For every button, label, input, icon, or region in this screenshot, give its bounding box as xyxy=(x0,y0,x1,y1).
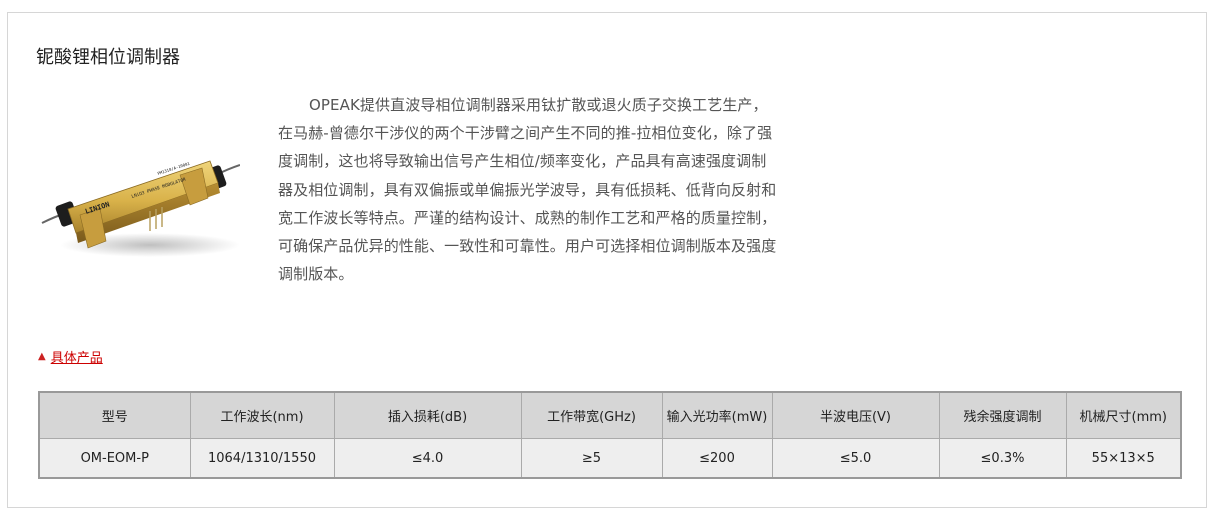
header-input-power: 输入光功率(mW) xyxy=(661,391,773,439)
header-wavelength: 工作波长(nm) xyxy=(189,391,335,439)
specific-products-link[interactable]: 具体产品 xyxy=(51,347,103,366)
product-description: OPEAK提供直波导相位调制器采用钛扩散或退火质子交换工艺生产，在马赫-曾德尔干… xyxy=(278,96,777,284)
cell-wavelength: 1064/1310/1550 xyxy=(189,438,335,479)
section-title: 铌酸锂相位调制器 xyxy=(36,47,180,68)
product-panel: 铌酸锂相位调制器 LINION PM1310/A-10001 LNiO3 PHA… xyxy=(7,12,1207,508)
product-link-row: ▲ 具体产品 xyxy=(38,347,103,366)
header-residual-am: 残余强度调制 xyxy=(938,391,1067,439)
product-image: LINION PM1310/A-10001 LNiO3 PHASE MODULA… xyxy=(41,160,240,257)
triangle-up-icon: ▲ xyxy=(38,351,46,362)
cell-residual-am: ≤0.3% xyxy=(938,438,1067,479)
cell-model: OM-EOM-P xyxy=(38,438,191,479)
table-row: OM-EOM-P 1064/1310/1550 ≤4.0 ≥5 ≤200 ≤5.… xyxy=(38,438,1182,479)
cell-input-power: ≤200 xyxy=(661,438,773,479)
header-model: 型号 xyxy=(38,391,191,439)
header-dimensions: 机械尺寸(mm) xyxy=(1065,391,1182,439)
cell-bandwidth: ≥5 xyxy=(520,438,663,479)
header-insertion-loss: 插入损耗(dB) xyxy=(333,391,522,439)
table-header-row: 型号 工作波长(nm) 插入损耗(dB) 工作带宽(GHz) 输入光功率(mW)… xyxy=(38,391,1182,439)
cell-dimensions: 55×13×5 xyxy=(1065,438,1182,479)
cell-insertion-loss: ≤4.0 xyxy=(333,438,522,479)
spec-table: 型号 工作波长(nm) 插入损耗(dB) 工作带宽(GHz) 输入光功率(mW)… xyxy=(38,391,1182,479)
header-half-wave-voltage: 半波电压(V) xyxy=(771,391,940,439)
header-bandwidth: 工作带宽(GHz) xyxy=(520,391,663,439)
cell-half-wave-voltage: ≤5.0 xyxy=(771,438,940,479)
